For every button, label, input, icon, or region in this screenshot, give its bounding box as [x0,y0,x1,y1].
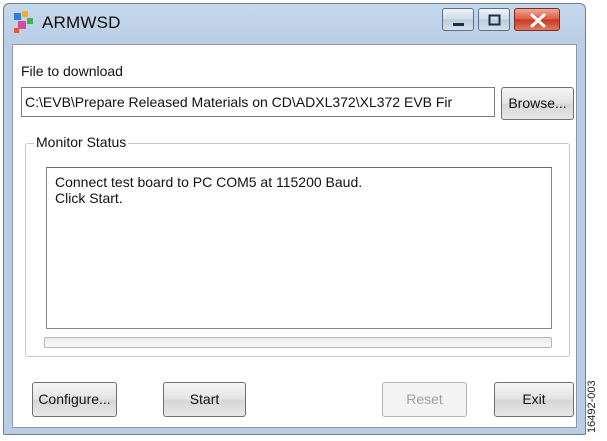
download-progress-bar [44,337,552,348]
file-path-input[interactable]: C:\EVB\Prepare Released Materials on CD\… [21,87,495,117]
title-bar[interactable]: ARMWSD [4,4,585,42]
armwsd-app-icon [12,10,40,36]
close-button[interactable] [514,8,560,31]
close-icon [530,13,546,28]
log-line: Click Start. [55,190,123,206]
file-to-download-label: File to download [21,63,123,79]
dialog-client-area: File to download C:\EVB\Prepare Released… [12,44,577,428]
minimize-button[interactable] [442,8,474,31]
window-title: ARMWSD [42,13,121,32]
monitor-status-label: Monitor Status [34,134,129,150]
log-line: Connect test board to PC COM5 at 115200 … [55,174,363,190]
maximize-icon [488,14,501,26]
reset-button: Reset [382,382,467,417]
minimize-icon [453,23,464,26]
maximize-button[interactable] [478,8,510,31]
armwsd-window: ARMWSD File to download C:\EVB\Prepare R… [3,3,586,435]
exit-button[interactable]: Exit [494,382,574,417]
monitor-status-group: Monitor Status Connect test board to PC … [25,134,570,357]
configure-button[interactable]: Configure... [32,382,117,417]
monitor-status-log[interactable]: Connect test board to PC COM5 at 115200 … [46,167,552,329]
start-button[interactable]: Start [163,382,246,417]
figure-id-label: 16492-003 [586,380,598,433]
browse-button[interactable]: Browse... [501,87,574,120]
